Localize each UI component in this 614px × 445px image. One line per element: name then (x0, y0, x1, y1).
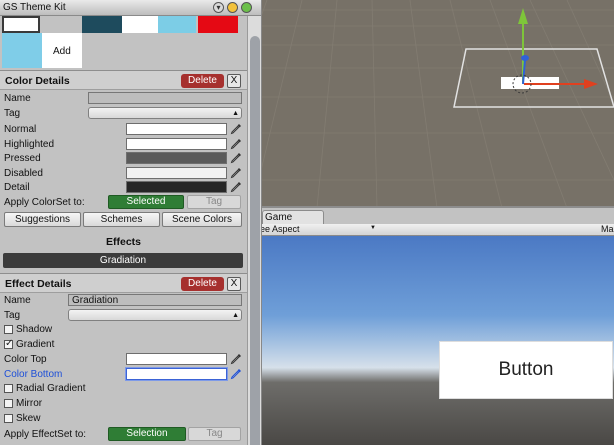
apply-effectset-label: Apply EffectSet to: (4, 429, 87, 440)
swatch-white-selected[interactable] (2, 16, 40, 33)
eyedropper-active-icon[interactable] (230, 368, 242, 380)
game-tab-label: Game (265, 212, 293, 223)
radial-gradient-label: Radial Gradient (16, 383, 86, 394)
mirror-checkbox[interactable] (4, 399, 13, 408)
window-options-icon[interactable]: ▾ (213, 2, 224, 13)
apply-color-tag-button[interactable]: Tag (187, 195, 241, 209)
eyedropper-icon[interactable] (230, 167, 242, 179)
delete-effect-button[interactable]: Delete (181, 277, 224, 291)
effects-heading: Effects (105, 236, 141, 248)
eyedropper-icon[interactable] (230, 123, 242, 135)
color-row-label: Detail (4, 182, 30, 193)
effect-tag-dropdown[interactable]: ▲ (68, 309, 242, 321)
color-row-field[interactable] (126, 167, 227, 179)
gradient-label: Gradient (16, 339, 55, 350)
color-row-label: Highlighted (4, 139, 55, 150)
scrollbar-thumb[interactable] (250, 36, 260, 445)
swatch-light-blue-2[interactable] (2, 33, 42, 68)
color-bottom-field[interactable] (126, 368, 227, 380)
swatch-light-blue[interactable] (158, 16, 196, 33)
swatch-red[interactable] (198, 16, 238, 33)
current-effect-bar[interactable]: Gradiation (3, 253, 243, 268)
window-close-icon[interactable] (241, 2, 252, 13)
close-color-details-button[interactable]: X (227, 74, 241, 88)
panel-scrollbar[interactable] (247, 16, 261, 445)
tab-game[interactable]: Game (262, 210, 324, 224)
gradient-checkbox[interactable] (4, 338, 13, 349)
effect-details-header: Effect Details Delete X (0, 273, 247, 293)
dropdown-arrows-icon: ▲ (232, 110, 239, 117)
color-row-label: Disabled (4, 168, 43, 179)
eyedropper-icon[interactable] (230, 152, 242, 164)
chevron-down-icon: ▼ (370, 225, 376, 231)
effect-tag-label: Tag (4, 310, 21, 321)
color-row-label: Normal (4, 124, 37, 135)
aspect-dropdown[interactable]: ee Aspect ▼ (262, 224, 378, 235)
eyedropper-icon[interactable] (230, 138, 242, 150)
color-row-field[interactable] (126, 138, 227, 150)
apply-selection-button[interactable]: Selection (108, 427, 186, 441)
theme-kit-panel: GS Theme Kit ▾ Add Color Details Delete … (0, 0, 262, 445)
tab-schemes[interactable]: Schemes (83, 212, 160, 227)
color-top-field[interactable] (126, 353, 227, 365)
swatch-dark-teal[interactable] (82, 16, 122, 33)
tab-suggestions[interactable]: Suggestions (4, 212, 81, 227)
dropdown-arrows-icon: ▲ (232, 312, 239, 319)
color-tag-dropdown[interactable]: ▲ (88, 107, 242, 119)
scene-view[interactable] (262, 0, 614, 208)
tab-scene-colors[interactable]: Scene Colors (162, 212, 242, 227)
color-row-label: Pressed (4, 153, 41, 164)
maximize-on-play-button[interactable]: Ma (601, 224, 614, 234)
add-swatch-button[interactable]: Add (42, 33, 82, 68)
game-panel: Game ee Aspect ▼ Ma Button (262, 210, 614, 445)
color-row-field[interactable] (126, 181, 227, 193)
shadow-checkbox[interactable] (4, 325, 13, 334)
effect-details-title: Effect Details (5, 278, 72, 290)
eyedropper-icon[interactable] (230, 353, 242, 365)
scene-grid (262, 0, 614, 206)
apply-colorset-label: Apply ColorSet to: (4, 197, 85, 208)
panel-title: GS Theme Kit (3, 2, 66, 13)
panel-title-bar: GS Theme Kit ▾ (0, 0, 261, 16)
aspect-label: ee Aspect (262, 224, 300, 234)
apply-selected-button[interactable]: Selected (108, 195, 184, 209)
color-row-field[interactable] (126, 152, 227, 164)
effect-name-field[interactable]: Gradiation (68, 294, 242, 306)
mirror-label: Mirror (16, 398, 43, 409)
skew-checkbox[interactable] (4, 414, 13, 423)
radial-gradient-checkbox[interactable] (4, 384, 13, 393)
color-name-label: Name (4, 93, 31, 104)
game-viewport[interactable]: Button (262, 236, 614, 445)
game-toolbar: ee Aspect ▼ Ma (262, 224, 614, 236)
color-details-title: Color Details (5, 75, 70, 87)
window-minimize-icon[interactable] (227, 2, 238, 13)
eyedropper-icon[interactable] (230, 181, 242, 193)
close-effect-details-button[interactable]: X (227, 277, 241, 291)
shadow-label: Shadow (16, 324, 53, 335)
effect-name-label: Name (4, 295, 31, 306)
color-details-header: Color Details Delete X (0, 70, 247, 90)
add-swatch-label: Add (53, 46, 71, 57)
color-bottom-label: Color Bottom (4, 369, 63, 380)
game-ui-button[interactable]: Button (439, 341, 613, 399)
swatch-white[interactable] (122, 16, 158, 33)
color-name-field[interactable] (88, 92, 242, 104)
apply-effect-tag-button[interactable]: Tag (188, 427, 241, 441)
color-tag-label: Tag (4, 108, 21, 119)
delete-color-button[interactable]: Delete (181, 74, 224, 88)
skew-label: Skew (16, 413, 41, 424)
color-row-field[interactable] (126, 123, 227, 135)
color-top-label: Color Top (4, 354, 47, 365)
